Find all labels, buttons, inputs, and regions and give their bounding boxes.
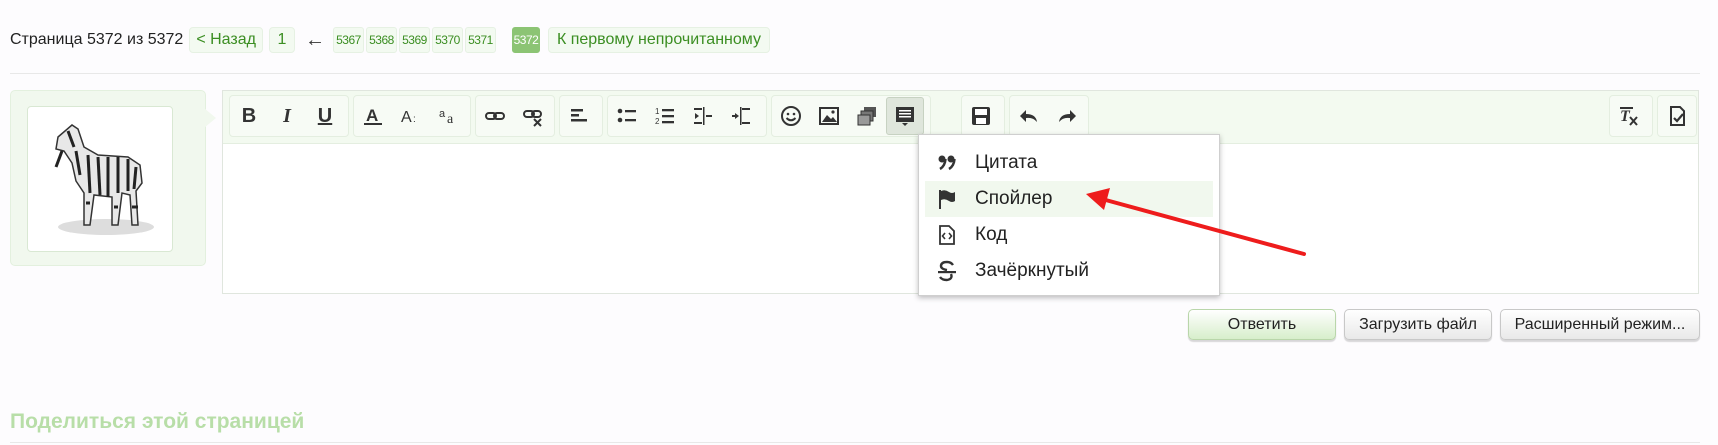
underline-button[interactable]: U [306, 97, 344, 135]
upload-file-button[interactable]: Загрузить файл [1344, 309, 1492, 340]
undo-icon[interactable] [1010, 97, 1048, 135]
svg-text:A: A [401, 109, 412, 126]
page-jump-arrow[interactable]: ← [305, 29, 325, 52]
text-color-icon[interactable]: A [354, 97, 392, 135]
pagination: Страница 5372 из 5372 < Назад 1 ← 5367 5… [10, 25, 776, 55]
smiley-icon[interactable] [772, 97, 810, 135]
redo-icon[interactable] [1048, 97, 1086, 135]
link-group [475, 95, 555, 137]
remove-format-icon[interactable]: T [1610, 97, 1648, 135]
menu-item-label: Спойлер [975, 188, 1053, 209]
save-draft-icon[interactable] [962, 97, 1000, 135]
annotation-arrow [1086, 188, 1306, 256]
save-group [961, 95, 1005, 137]
insert-group [771, 95, 931, 137]
unlink-icon[interactable] [514, 97, 552, 135]
avatar[interactable] [27, 106, 173, 252]
page-label: Страница 5372 из 5372 [10, 31, 184, 48]
zebra-avatar-image [54, 124, 154, 235]
media-icon[interactable] [848, 97, 886, 135]
page-link[interactable]: 5369 [398, 27, 430, 53]
reply-button[interactable]: Ответить [1188, 309, 1336, 340]
link-icon[interactable] [476, 97, 514, 135]
svg-text:1: 1 [655, 107, 660, 116]
strikethrough-icon [935, 259, 959, 283]
numbered-list-icon[interactable]: 12 [646, 97, 684, 135]
bullet-list-icon[interactable] [608, 97, 646, 135]
page-link[interactable]: 5370 [431, 27, 463, 53]
align-group [559, 95, 603, 137]
svg-text::: : [413, 114, 416, 125]
toggle-source-icon[interactable] [1658, 97, 1696, 135]
avatar-pointer [204, 108, 216, 128]
current-page: 5372 [511, 27, 540, 53]
clear-format-group: T [1609, 95, 1653, 137]
indent-icon[interactable] [722, 97, 760, 135]
code-file-icon [935, 223, 959, 247]
page-1-link[interactable]: 1 [268, 27, 295, 53]
bold-button[interactable]: B [230, 97, 268, 135]
menu-item-label: Код [975, 224, 1008, 245]
outdent-icon[interactable] [684, 97, 722, 135]
menu-item-label: Цитата [975, 152, 1038, 173]
insert-menu-icon[interactable] [886, 97, 924, 135]
image-icon[interactable] [810, 97, 848, 135]
menu-item-quote[interactable]: Цитата [925, 145, 1213, 181]
page-link[interactable]: 5368 [365, 27, 397, 53]
share-section-title: Поделиться этой страницей [10, 410, 305, 433]
list-group: 12 [607, 95, 767, 137]
text-style-group: B I U [229, 95, 349, 137]
menu-item-label: Зачёркнутый [975, 260, 1089, 281]
advanced-mode-button[interactable]: Расширенный режим... [1500, 309, 1700, 340]
svg-text:2: 2 [655, 117, 660, 126]
font-size-icon[interactable]: A: [392, 97, 430, 135]
avatar-panel [10, 90, 206, 266]
font-family-icon[interactable]: aa [430, 97, 468, 135]
first-unread-link[interactable]: К первому непрочитанному [547, 27, 770, 53]
page-link[interactable]: 5367 [332, 27, 364, 53]
source-mode-group [1657, 95, 1697, 137]
top-divider [10, 73, 1700, 74]
quote-icon [935, 151, 959, 175]
flag-icon [935, 187, 959, 211]
back-button[interactable]: < Назад [189, 27, 263, 53]
bottom-divider [10, 442, 1700, 443]
page-link[interactable]: 5371 [464, 27, 496, 53]
history-group [1009, 95, 1089, 137]
svg-text:a: a [447, 112, 454, 127]
svg-text:a: a [439, 108, 446, 120]
svg-text:A: A [366, 106, 378, 125]
svg-text:T: T [1620, 108, 1631, 125]
italic-button[interactable]: I [268, 97, 306, 135]
align-left-icon[interactable] [560, 97, 598, 135]
font-group: A A: aa [353, 95, 471, 137]
